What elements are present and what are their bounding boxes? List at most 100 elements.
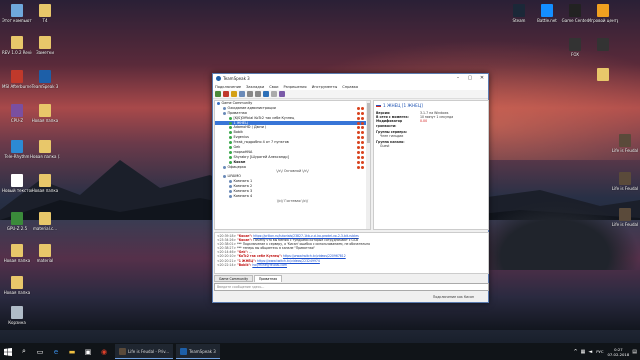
group-badge-icon — [361, 126, 364, 130]
desktop-icon[interactable]: REV 1.0.2 Revision — [2, 36, 32, 55]
group-badge-icon — [357, 121, 360, 125]
group-badge-icon — [357, 141, 360, 145]
channel-status-icon — [223, 165, 226, 169]
connect-icon[interactable] — [215, 91, 221, 97]
contacts-icon[interactable] — [263, 91, 269, 97]
minimize-button[interactable]: – — [452, 74, 464, 83]
maximize-button[interactable]: ▢ — [464, 74, 476, 83]
desktop-icon-label: TeamSpeak 3 — [31, 84, 59, 89]
desktop-icon[interactable]: material.c... — [30, 212, 60, 231]
desktop-icon[interactable] — [588, 68, 618, 82]
desktop-icon[interactable]: Game Center — [560, 4, 590, 23]
disconnect-icon[interactable] — [223, 91, 229, 97]
desktop-shortcut-icon — [619, 134, 631, 147]
tree-spacer[interactable]: \/c\/ Гостевая \/c\/ — [215, 199, 370, 204]
desktop-icon[interactable]: Новая папка (2) — [30, 140, 60, 159]
desktop-icon-label: Life is Feudal — [611, 148, 639, 153]
desktop-icon[interactable]: Новая папка — [2, 276, 32, 295]
channel-status-icon — [223, 111, 226, 115]
desktop-icon[interactable]: CPU-Z — [2, 104, 32, 123]
desktop-shortcut-icon — [39, 104, 51, 117]
desktop-icon[interactable]: Новый текстовы... — [2, 174, 32, 193]
menu-connections[interactable]: Подключение — [215, 85, 241, 89]
explorer-icon[interactable]: ▬ — [66, 346, 78, 358]
desktop-icon[interactable]: T4 — [30, 4, 60, 23]
notifications-icon[interactable]: ▤ — [632, 349, 637, 355]
desktop-icon[interactable]: TeamSpeak 3 — [30, 70, 60, 89]
chat-link[interactable]: holymine@feudal.com — [252, 263, 287, 267]
teamspeak-icon — [216, 76, 221, 81]
title-bar[interactable]: TeamSpeak 3 – ▢ ✕ — [213, 74, 488, 83]
teamspeak-window[interactable]: TeamSpeak 3 – ▢ ✕ Подключение Закладки С… — [212, 73, 489, 303]
mute-speakers-icon[interactable] — [255, 91, 261, 97]
desktop-icon[interactable]: Новая папка — [30, 174, 60, 193]
mute-microphone-icon[interactable] — [247, 91, 253, 97]
desktop-shortcut-icon — [619, 208, 631, 221]
desktop-shortcut-icon — [11, 4, 23, 17]
desktop-shortcut-icon — [11, 104, 23, 117]
channel-status-icon — [229, 185, 232, 189]
menu-help[interactable]: Справка — [342, 85, 358, 89]
user-status-icon — [229, 131, 232, 135]
desktop-icon[interactable]: Life is Feudal — [610, 208, 640, 227]
desktop-icon[interactable]: Tele-Rhythm — [2, 140, 32, 159]
search-icon[interactable]: ⌕ — [18, 346, 30, 358]
start-button[interactable] — [2, 346, 14, 358]
desktop-shortcut-icon — [39, 70, 51, 83]
desktop-icon[interactable]: Life is Feudal — [610, 134, 640, 153]
desktop-icon[interactable]: Steam — [504, 4, 534, 23]
chevron-up-icon[interactable]: ^ — [573, 349, 577, 355]
language-indicator[interactable]: РУС — [596, 349, 603, 354]
menu-bar: Подключение Закладки Свои Разрешения Инс… — [213, 83, 488, 90]
desktop: { "desktop": { "icons_left": [ {"label":… — [0, 0, 640, 360]
group-badge-icon — [357, 150, 360, 154]
close-button[interactable]: ✕ — [476, 74, 488, 83]
desktop-shortcut-icon — [569, 4, 581, 17]
taskbar-app-life-is-feudal[interactable]: Life is Feudal - Priv... — [115, 344, 174, 359]
task-view-icon[interactable]: ▭ — [34, 346, 46, 358]
desktop-icon[interactable]: Новая папка — [2, 244, 32, 263]
desktop-icon-label: Новый текстовы... — [2, 188, 32, 193]
desktop-shortcut-icon — [39, 36, 51, 49]
tab-channel[interactable]: Приватная — [253, 275, 283, 282]
group-badge-icon — [361, 136, 364, 140]
channel-tree[interactable]: Game Community Ожидание администрации Прив… — [214, 100, 371, 230]
desktop-icon[interactable]: material — [30, 244, 60, 263]
menu-bookmarks[interactable]: Закладки — [246, 85, 264, 89]
desktop-icon[interactable]: FOX — [560, 38, 590, 57]
user-status-icon — [229, 155, 232, 159]
tree-scrollbar[interactable] — [366, 101, 370, 229]
bookmark-icon[interactable] — [231, 91, 237, 97]
desktop-icon[interactable]: GPU-Z 2.5 — [2, 212, 32, 231]
desktop-icon[interactable]: Заметки — [30, 36, 60, 55]
desktop-icon[interactable]: Корзина — [2, 306, 32, 325]
network-icon[interactable]: ▦ — [581, 349, 586, 355]
chrome-icon[interactable]: ◉ — [98, 346, 110, 358]
desktop-icon[interactable]: Battle.net — [532, 4, 562, 23]
menu-self[interactable]: Свои — [269, 85, 278, 89]
info-key: Модификатор громкости: — [376, 119, 403, 128]
settings-icon[interactable] — [271, 91, 277, 97]
desktop-icon[interactable]: Новая папка — [30, 104, 60, 123]
tab-server[interactable]: Game Community — [214, 275, 253, 282]
desktop-icon[interactable]: Life is Feudal — [610, 172, 640, 191]
away-icon[interactable] — [239, 91, 245, 97]
desktop-icon-label: Новая папка — [31, 118, 59, 123]
edge-icon[interactable]: e — [50, 346, 62, 358]
desktop-shortcut-icon — [11, 244, 23, 257]
volume-icon[interactable]: ◄ — [588, 349, 592, 355]
desktop-icon[interactable]: MSI Afterburner — [2, 70, 32, 89]
chat-log[interactable]: <20:39:18> "Кисан": https://prilion.ru/t… — [214, 232, 489, 274]
taskbar-app-teamspeak[interactable]: TeamSpeak 3 — [176, 344, 220, 359]
desktop-icon[interactable] — [588, 38, 618, 52]
desktop-icon[interactable]: Игровой центр — [588, 4, 618, 23]
menu-permissions[interactable]: Разрешения — [283, 85, 306, 89]
store-icon[interactable]: ▣ — [82, 346, 94, 358]
avatar-icon[interactable] — [279, 91, 285, 97]
desktop-icon[interactable]: Этот компьютер — [2, 4, 32, 23]
group-badge-icon — [357, 160, 360, 164]
clock[interactable]: 0:27 07.02.2018 — [608, 347, 630, 357]
desktop-shortcut-icon — [11, 306, 23, 319]
chat-input[interactable]: Введите сообщение здесь... — [214, 283, 489, 291]
menu-tools[interactable]: Инструменты — [312, 85, 338, 89]
